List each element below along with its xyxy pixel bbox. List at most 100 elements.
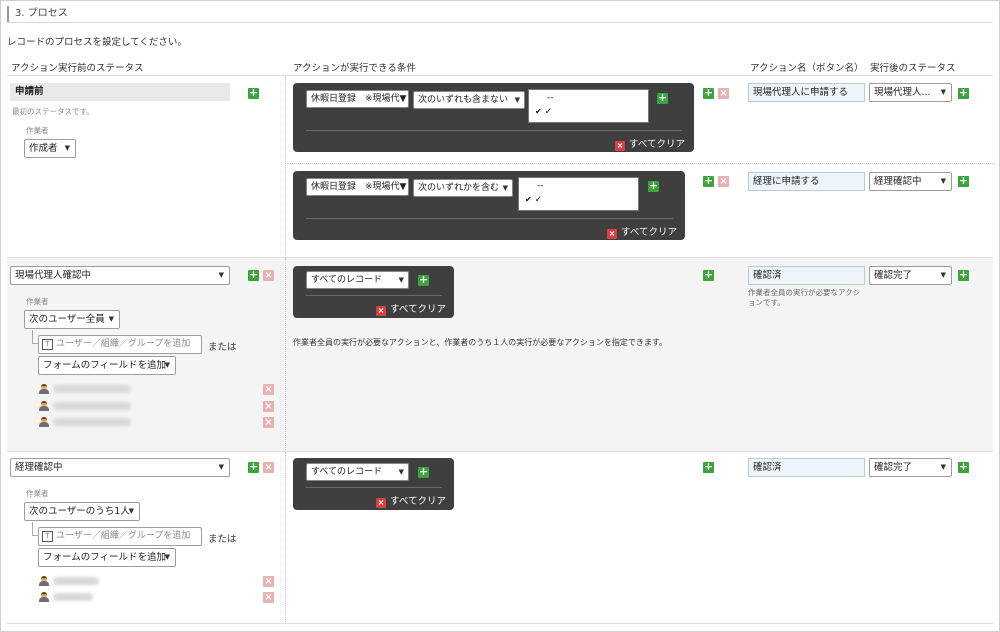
condition-field-select[interactable]: 休暇日登録 ※現場代▼	[306, 178, 409, 196]
condition-field-select[interactable]: 休暇日登録 ※現場代▼	[306, 90, 409, 108]
clear-all-button[interactable]: × すべてクリア	[376, 301, 446, 316]
list-item[interactable]: ✔ ✓	[525, 195, 542, 205]
clear-all-button[interactable]: × すべてクリア	[615, 136, 685, 151]
add-status-button[interactable]: +	[248, 269, 259, 281]
condition-operator-select[interactable]: 次のいずれかを含む ▼	[413, 179, 513, 197]
field-select[interactable]: フォームのフィールドを追加 ▼	[38, 548, 176, 567]
user-name-redacted	[53, 418, 131, 426]
add-status-after-button[interactable]: +	[958, 175, 969, 187]
list-item[interactable]: ✔ ✓	[535, 107, 552, 117]
remove-user-button[interactable]: ×	[263, 401, 274, 412]
remove-action-button[interactable]: ×	[718, 88, 729, 99]
add-action-button[interactable]: +	[703, 461, 714, 473]
chevron-down-icon: ▼	[514, 96, 520, 104]
close-icon: ×	[376, 306, 386, 316]
user-avatar-icon	[39, 417, 49, 427]
status-name: 申請前	[10, 83, 230, 101]
assignee-select[interactable]: 次のユーザーのうち1人 ▼	[24, 502, 140, 521]
add-action-button[interactable]: +	[703, 175, 714, 187]
user-name-redacted	[53, 577, 99, 585]
divider	[306, 295, 442, 296]
condition-operator-select[interactable]: 次のいずれも含まない ▼	[413, 91, 525, 109]
user-avatar-icon	[39, 576, 49, 586]
chevron-down-icon: ▼	[940, 88, 946, 96]
remove-user-button[interactable]: ×	[263, 384, 274, 395]
chevron-down-icon: ▼	[218, 271, 224, 279]
assignee-select[interactable]: 次のユーザー全員 ▼	[24, 310, 120, 329]
add-condition-button[interactable]: +	[418, 466, 429, 478]
remove-user-button[interactable]: ×	[263, 592, 274, 603]
remove-user-button[interactable]: ×	[263, 417, 274, 428]
remove-status-button[interactable]: ×	[263, 462, 274, 473]
assignee-select[interactable]: 作成者 ▼	[24, 139, 76, 158]
clear-all-button[interactable]: × すべてクリア	[376, 493, 446, 508]
column-header-action-name: アクション名（ボタン名）	[750, 63, 864, 74]
close-icon: ×	[376, 498, 386, 508]
org-tree-icon: ⊤	[42, 339, 53, 350]
action-name-input[interactable]: 確認済	[748, 266, 865, 285]
user-search-input[interactable]: ⊤ ユーザー／組織／グループを追加	[38, 527, 202, 546]
process-settings-panel: 3. プロセス レコードのプロセスを設定してください。 アクション実行前のステー…	[0, 0, 1000, 632]
close-icon: ×	[607, 229, 617, 239]
condition-select[interactable]: すべてのレコード ▼	[306, 463, 409, 481]
list-item[interactable]: --	[537, 181, 544, 191]
add-status-after-button[interactable]: +	[958, 269, 969, 281]
divider	[306, 487, 442, 488]
assignee-label: 作業者	[26, 489, 49, 498]
status-name-select[interactable]: 経理確認中 ▼	[10, 458, 230, 477]
status-after-select[interactable]: 確認完了 ▼	[869, 458, 952, 477]
or-label: または	[208, 534, 237, 545]
condition-value-list[interactable]: -- ✔ ✓	[518, 177, 639, 211]
list-item[interactable]: --	[547, 93, 554, 103]
chevron-down-icon: ▼	[128, 507, 134, 515]
column-header-status-before: アクション実行前のステータス	[11, 63, 144, 74]
status-after-select[interactable]: 経理確認中 ▼	[869, 172, 952, 191]
chevron-down-icon: ▼	[398, 468, 404, 476]
chevron-down-icon: ▼	[164, 553, 170, 561]
user-avatar-icon	[39, 592, 49, 602]
clear-all-button[interactable]: × すべてクリア	[607, 224, 677, 239]
divider	[306, 130, 682, 131]
divider	[306, 218, 673, 219]
assignee-label: 作業者	[26, 126, 49, 135]
add-action-button[interactable]: +	[703, 87, 714, 99]
remove-user-button[interactable]: ×	[263, 576, 274, 587]
column-header-status-after: 実行後のステータス	[870, 63, 956, 74]
add-status-button[interactable]: +	[248, 87, 259, 99]
chevron-down-icon: ▼	[940, 177, 946, 185]
condition-select[interactable]: すべてのレコード ▼	[306, 271, 409, 289]
chevron-down-icon: ▼	[398, 276, 404, 284]
add-status-after-button[interactable]: +	[958, 87, 969, 99]
chevron-down-icon: ▼	[108, 315, 114, 323]
remove-status-button[interactable]: ×	[263, 270, 274, 281]
user-avatar-icon	[39, 384, 49, 394]
section-divider	[7, 22, 993, 23]
add-status-after-button[interactable]: +	[958, 461, 969, 473]
column-separator	[285, 452, 286, 624]
user-name-redacted	[53, 402, 131, 410]
chevron-down-icon: ▼	[218, 463, 224, 471]
status-name-select[interactable]: 現場代理人確認中 ▼	[10, 266, 230, 285]
chevron-down-icon: ▼	[502, 184, 508, 192]
status-after-select[interactable]: 現場代理人... ▼	[869, 83, 952, 102]
chevron-down-icon: ▼	[64, 144, 70, 152]
user-search-input[interactable]: ⊤ ユーザー／組織／グループを追加	[38, 335, 202, 354]
add-action-button[interactable]: +	[703, 269, 714, 281]
remove-action-button[interactable]: ×	[718, 176, 729, 187]
add-status-button[interactable]: +	[248, 461, 259, 473]
section-intro: レコードのプロセスを設定してください。	[7, 37, 187, 48]
field-select[interactable]: フォームのフィールドを追加 ▼	[38, 356, 176, 375]
status-after-select[interactable]: 確認完了 ▼	[869, 266, 952, 285]
chevron-down-icon: ▼	[940, 271, 946, 279]
chevron-down-icon: ▼	[164, 361, 170, 369]
action-name-input[interactable]: 経理に申請する	[748, 172, 865, 191]
assignee-label: 作業者	[26, 297, 49, 306]
add-condition-button[interactable]: +	[648, 180, 659, 192]
action-name-input[interactable]: 現場代理人に申請する	[748, 83, 865, 102]
chevron-down-icon: ▼	[940, 463, 946, 471]
condition-value-list[interactable]: -- ✔ ✓	[528, 89, 649, 123]
action-name-input[interactable]: 確認済	[748, 458, 865, 477]
add-condition-button[interactable]: +	[657, 92, 668, 104]
add-condition-button[interactable]: +	[418, 274, 429, 286]
or-label: または	[208, 342, 237, 353]
